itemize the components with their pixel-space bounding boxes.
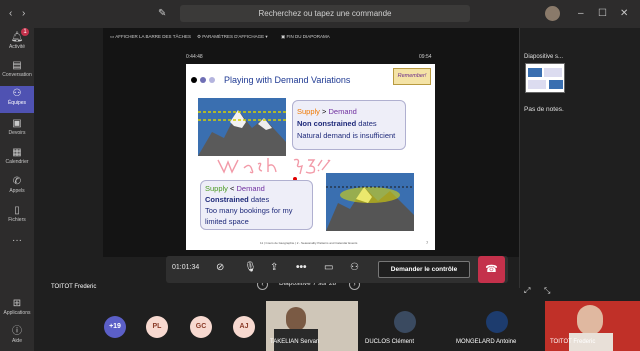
bullet-dot (209, 77, 215, 83)
title-bar: ‹ › ✎ Recherchez ou tapez une commande –… (0, 0, 640, 28)
presenter-label: TOITOT Frederic (51, 284, 97, 290)
more-participants-avatar[interactable]: +19 (104, 316, 126, 338)
expand-icon[interactable]: ⤢ (524, 286, 530, 296)
rail-item-conversation[interactable]: ▤ Conversation (0, 58, 34, 85)
avatar[interactable]: GC (190, 316, 212, 338)
search-input[interactable]: Recherchez ou tapez une commande (180, 5, 470, 22)
participant-head (286, 307, 306, 331)
supply-less-box: Supply < Demand Constrained dates Too ma… (200, 180, 313, 230)
thumbnail-text (544, 68, 562, 77)
rail-item-equipes[interactable]: ⚇ Équipes (0, 86, 34, 113)
forward-icon[interactable]: › (22, 8, 25, 20)
avatar[interactable]: AJ (233, 316, 255, 338)
more-actions-icon[interactable]: ••• (296, 262, 307, 273)
call-timer: 01:01:34 (172, 264, 200, 271)
avatar[interactable] (545, 6, 560, 21)
bullet-dot (200, 77, 206, 83)
activity-badge: 1 (21, 28, 29, 36)
bell-icon: 🔔︎ (10, 32, 24, 43)
files-icon: ▯ (14, 205, 20, 216)
more-icon: ··· (12, 235, 22, 246)
slide-title: Playing with Demand Variations (224, 75, 351, 85)
clock: 09:54 (419, 54, 432, 60)
participant-head (577, 305, 603, 335)
phone-icon: ✆ (12, 176, 22, 187)
supply-greater-box: Supply > Demand Non constrained dates Na… (292, 100, 406, 150)
slide-page-number: 7 (426, 240, 429, 245)
apps-icon: ⊞ (12, 298, 22, 309)
participant-name: MONGELARD Antoine (456, 339, 517, 345)
maximize-icon[interactable]: ☐ (598, 8, 607, 20)
participant-name: DUCLOS Clément (365, 339, 415, 345)
teams-icon: ⚇ (12, 88, 22, 99)
camera-off-icon[interactable]: ⊘ (216, 262, 224, 273)
share-screen-icon[interactable]: ⇪ (270, 262, 278, 273)
compose-icon[interactable]: ✎ (158, 8, 166, 20)
box1-description: Natural demand is insufficient (297, 131, 396, 140)
rail-item-applications[interactable]: ⊞ Applications (0, 296, 34, 323)
supply-label: Supply (205, 184, 228, 193)
show-taskbar-button[interactable]: ▭ AFFICHER LA BARRE DES TÂCHES (110, 34, 191, 40)
participants-icon[interactable]: ⚇ (350, 262, 359, 273)
display-settings-button[interactable]: ⚙ PARAMÈTRES D'AFFICHAGE ▾ (197, 34, 268, 40)
close-icon[interactable]: ✕ (620, 8, 628, 20)
rail-item-devoirs[interactable]: ▣ Devoirs (0, 116, 34, 143)
rail-item-appels[interactable]: ✆ Appels (0, 174, 34, 201)
minimize-icon[interactable]: – (578, 8, 584, 20)
mic-off-icon[interactable]: 🎙︎ (244, 262, 257, 273)
handwritten-annotation (217, 158, 331, 175)
constraint-label: Non constrained (297, 119, 357, 128)
assignments-icon: ▣ (12, 118, 22, 129)
remember-badge: Remember! (393, 68, 431, 85)
notes-text: Pas de notes. (524, 106, 564, 113)
thumbnail-image (528, 68, 542, 77)
slide-thumbnail[interactable] (525, 63, 565, 93)
participant-photo (486, 311, 508, 333)
dates-label: dates (248, 195, 270, 204)
phone-hangup-icon: ☎ (485, 264, 498, 275)
back-icon[interactable]: ‹ (9, 8, 12, 20)
participant-name: TAKELIAN Servan (270, 339, 320, 345)
rail-item-aide[interactable]: ⓘ Aide (0, 324, 34, 351)
request-control-button[interactable]: Demander le contrôle (378, 261, 470, 278)
hang-up-button[interactable]: ☎ (478, 256, 505, 283)
rail-item-activite[interactable]: 🔔︎ Activité (0, 30, 34, 57)
help-icon: ⓘ (12, 326, 22, 337)
current-slide: Playing with Demand Variations Remember!… (186, 64, 435, 250)
more-apps-button[interactable]: ··· (0, 233, 34, 260)
thumbnail-image (549, 80, 563, 89)
comparison-label: > (319, 107, 329, 116)
calendar-icon: ▦ (12, 147, 22, 158)
constraint-label: Constrained (205, 195, 249, 204)
demand-label: Demand (328, 107, 357, 116)
app-rail: 🔔︎ Activité ▤ Conversation ⚇ Équipes ▣ D… (0, 28, 34, 351)
mountain-image (198, 98, 286, 156)
rail-item-fichiers[interactable]: ▯ Fichiers (0, 203, 34, 230)
thumbnail-text (528, 80, 546, 89)
end-slideshow-button[interactable]: ▣ FIN DU DIAPORAMA (281, 34, 330, 40)
rail-item-calendrier[interactable]: ▦ Calendrier (0, 145, 34, 172)
participant-photo (394, 311, 416, 333)
participant-name: TOITOT Frederic (550, 339, 596, 345)
fullscreen-icon[interactable]: ⤡ (544, 286, 550, 296)
demand-label: Demand (236, 184, 265, 193)
thumbnail-title: Diapositive s... (524, 54, 564, 60)
elapsed-time: 0:44:48 (186, 54, 203, 60)
bullet-dot (191, 77, 197, 83)
avatar[interactable]: PL (146, 316, 168, 338)
comparison-label: < (227, 184, 237, 193)
mountain-image (326, 173, 414, 231)
chat-icon: ▤ (12, 60, 22, 71)
supply-label: Supply (297, 107, 320, 116)
dates-label: dates (356, 119, 377, 128)
box2-description-cont: limited space (205, 217, 249, 226)
box2-description: Too many bookings for my (205, 206, 293, 215)
slide-footer: 11 | Cours de Géographie | 2 - Seasonali… (260, 241, 358, 245)
chat-icon[interactable]: ▭ (324, 262, 333, 273)
